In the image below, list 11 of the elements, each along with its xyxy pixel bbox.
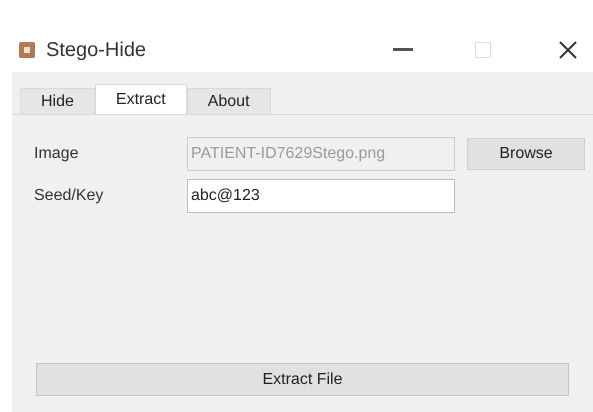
minimize-icon[interactable] bbox=[393, 48, 413, 52]
close-icon[interactable] bbox=[559, 41, 577, 59]
input-field[interactable]: abc@123 bbox=[187, 179, 455, 213]
field-label: Seed/Key bbox=[34, 186, 104, 206]
window-title: Stego-Hide bbox=[46, 38, 146, 63]
field-label: Image bbox=[34, 144, 80, 164]
tab[interactable]: Extract bbox=[94, 84, 187, 114]
tab[interactable]: Hide bbox=[20, 88, 95, 114]
extract-file-button[interactable]: Extract File bbox=[36, 363, 569, 396]
tab[interactable]: About bbox=[186, 88, 271, 114]
app-icon bbox=[18, 41, 36, 59]
